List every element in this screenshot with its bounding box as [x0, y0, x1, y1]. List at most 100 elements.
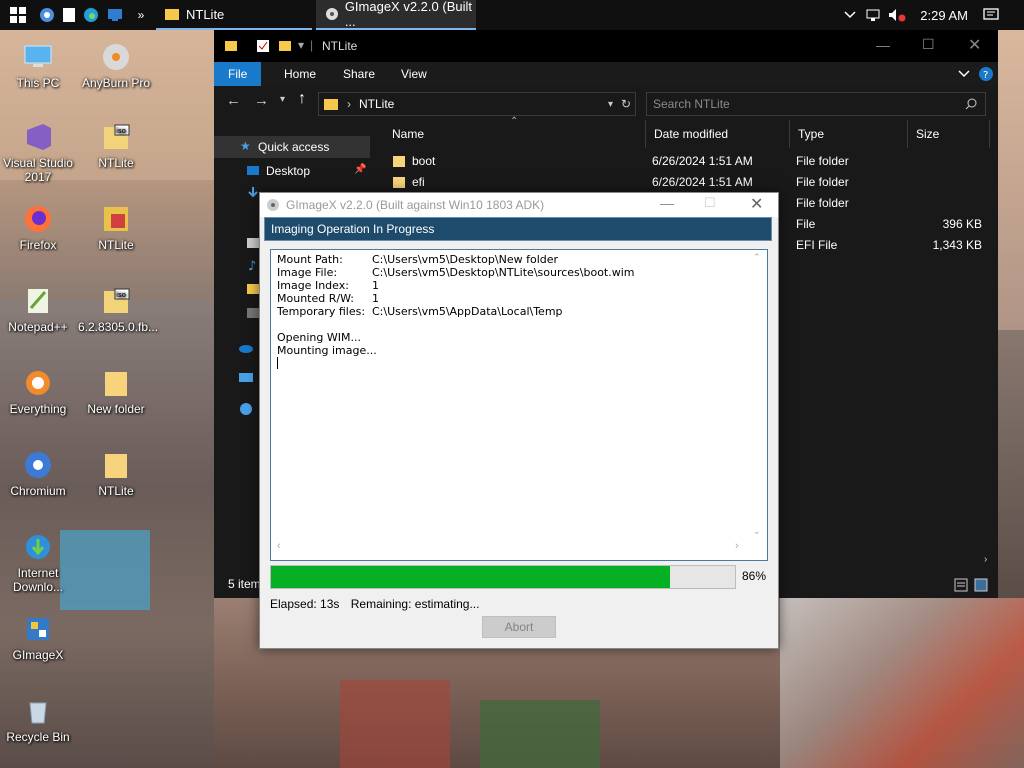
operation-log[interactable]: Mount Path: C:\Users\vm5\Desktop\New fol… [270, 249, 768, 561]
nav-item-desktop[interactable]: Desktop 📌 [214, 160, 370, 182]
clock[interactable]: 2:29 AM [920, 0, 968, 30]
search-box[interactable]: Search NTLite [646, 92, 986, 116]
taskbar-app-gimagex[interactable]: GImageX v2.2.0 (Built ... [316, 0, 476, 30]
desktop-icon-recycle-bin[interactable]: Recycle Bin [0, 694, 76, 744]
scroll-up-icon[interactable]: ⌃ [753, 252, 761, 263]
log-message: Opening WIM... [277, 331, 361, 344]
chrome-taskbar-icon[interactable] [36, 0, 58, 30]
file-row[interactable]: boot 6/26/2024 1:51 AM File folder [370, 151, 998, 172]
ribbon-tab-file[interactable]: File [214, 62, 262, 86]
maximize-button[interactable]: ☐ [922, 36, 935, 53]
address-text: NTLite [359, 97, 395, 111]
network-icon[interactable] [862, 0, 884, 30]
recent-locations-chevron-icon[interactable]: ▾ [280, 94, 285, 105]
dialog-heading: Imaging Operation In Progress [264, 217, 772, 241]
address-dropdown-icon[interactable]: ▾ [608, 99, 613, 110]
desktop-icon-anyburn[interactable]: AnyBurn Pro [78, 40, 154, 90]
scroll-right-icon[interactable]: › [735, 540, 739, 552]
large-icons-view-icon[interactable] [974, 578, 988, 592]
nav-item-quick-access[interactable]: ★ Quick access [214, 136, 370, 158]
column-header-size[interactable]: Size [908, 120, 990, 148]
folder-icon [247, 284, 259, 294]
column-header-name[interactable]: Name [384, 120, 646, 148]
this-pc-icon [24, 45, 52, 67]
gimagex-icon [326, 8, 338, 20]
pin-icon[interactable]: 📌 [354, 164, 366, 175]
desktop-icon-ntlite-iso[interactable]: iso NTLite [78, 120, 154, 170]
dialog-title-bar: GImageX v2.2.0 (Built against Win10 1803… [260, 193, 778, 217]
log-key: Mounted R/W: [277, 292, 355, 305]
show-hidden-icons-chevron-icon[interactable] [840, 0, 860, 30]
desktop-icon-chromium[interactable]: Chromium [0, 448, 76, 498]
start-button[interactable] [0, 0, 36, 30]
desktop-icon-ntlite[interactable]: NTLite [78, 202, 154, 252]
help-icon[interactable]: ? [978, 66, 994, 82]
svg-text:♪: ♪ [248, 259, 256, 272]
properties-icon[interactable] [256, 39, 270, 53]
desktop-icon-ntlite-folder[interactable]: NTLite [78, 448, 154, 498]
address-bar[interactable]: › NTLite ▾ ↻ [318, 92, 636, 116]
forward-arrow-icon[interactable]: → [254, 92, 269, 109]
scroll-left-icon[interactable]: ‹ [277, 540, 281, 552]
remote-desktop-taskbar-icon[interactable] [104, 0, 126, 30]
progress-bar [270, 565, 736, 589]
this-pc-icon [239, 373, 253, 382]
details-view-icon[interactable] [954, 578, 968, 592]
expand-ribbon-chevron-icon[interactable] [958, 69, 970, 79]
ribbon-tab-share[interactable]: Share [329, 62, 389, 86]
close-button[interactable]: ✕ [968, 35, 981, 55]
back-arrow-icon[interactable]: ← [226, 92, 241, 109]
progress-percent: 86% [742, 569, 767, 583]
videos-icon [247, 308, 259, 318]
scroll-down-icon[interactable]: ⌄ [753, 526, 761, 537]
pictures-icon [247, 238, 259, 248]
dialog-maximize-button[interactable]: ☐ [704, 195, 716, 211]
ribbon-tab-view[interactable]: View [387, 62, 441, 86]
scroll-right-icon[interactable]: › [984, 554, 987, 565]
search-placeholder: Search NTLite [653, 97, 730, 111]
desktop-icon-internet-download-manager[interactable]: Internet Downlo... [0, 530, 76, 594]
taskbar-app-ntlite[interactable]: NTLite [156, 0, 312, 30]
svg-text:iso: iso [116, 291, 126, 299]
column-header-type[interactable]: Type [790, 120, 908, 148]
anyburn-icon [103, 44, 129, 70]
minimize-button[interactable]: — [876, 37, 890, 53]
volume-muted-icon[interactable] [886, 0, 908, 30]
desktop-icon-iso-file[interactable]: iso 6.2.8305.0.fb... [78, 284, 158, 334]
taskbar: » NTLite GImageX v2.2.0 (Built ... 2:29 … [0, 0, 1024, 30]
ntlite-icon [104, 207, 128, 231]
folder-icon [324, 99, 338, 110]
up-arrow-icon[interactable]: ↑ [298, 90, 306, 108]
dialog-close-button[interactable]: ✕ [750, 194, 763, 214]
log-key: Temporary files: [277, 305, 366, 318]
desktop-icon-new-folder[interactable]: New folder [78, 366, 154, 416]
desktop-icon-gimagex[interactable]: GImageX [0, 612, 76, 662]
refresh-icon[interactable]: ↻ [621, 97, 631, 111]
desktop-icon-firefox[interactable]: Firefox [0, 202, 76, 252]
log-value: C:\Users\vm5\Desktop\New folder [372, 253, 559, 266]
log-key: Image Index: [277, 279, 349, 292]
abort-button[interactable]: Abort [482, 616, 556, 638]
explorer-title-bar: ▾ | NTLite — ☐ ✕ [214, 30, 998, 62]
file-taskbar-icon[interactable] [58, 0, 80, 30]
gimagex-dialog: GImageX v2.2.0 (Built against Win10 1803… [259, 192, 779, 649]
dialog-minimize-button[interactable]: — [660, 195, 674, 211]
onedrive-icon [239, 345, 253, 353]
desktop-icon-everything[interactable]: Everything [0, 366, 76, 416]
desktop-icon-visual-studio[interactable]: Visual Studio 2017 [0, 120, 76, 184]
item-count: 5 item [228, 577, 261, 591]
action-center-icon[interactable] [976, 0, 1006, 30]
desktop-icon-this-pc[interactable]: This PC [0, 40, 76, 90]
ribbon-tab-home[interactable]: Home [270, 62, 330, 86]
overflow-chevron-icon[interactable]: » [132, 0, 150, 30]
edge-taskbar-icon[interactable] [80, 0, 102, 30]
time-status: Elapsed: 13s Remaining: estimating... [270, 597, 479, 611]
desktop-icon-notepad-plus-plus[interactable]: Notepad++ [0, 284, 76, 334]
column-header-date[interactable]: Date modified [646, 120, 790, 148]
file-row[interactable]: efi 6/26/2024 1:51 AM File folder [370, 172, 998, 193]
customize-quick-access-icon[interactable]: ▾ [298, 38, 304, 52]
new-folder-icon[interactable] [278, 39, 292, 53]
firefox-icon [25, 206, 51, 232]
log-value: 1 [372, 279, 379, 292]
folder-icon [393, 156, 405, 167]
